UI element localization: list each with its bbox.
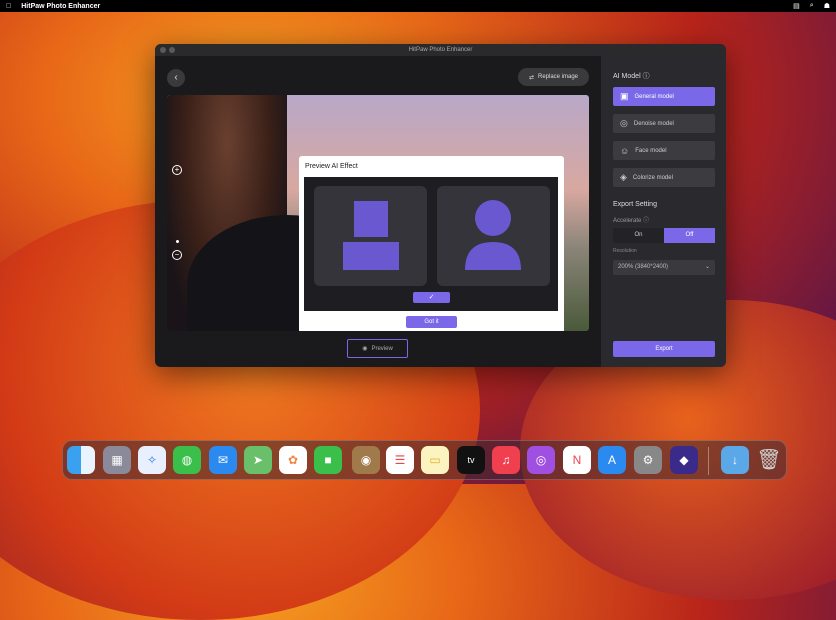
model-label: General model: [634, 93, 674, 100]
safari-icon[interactable]: ✧: [138, 446, 166, 474]
export-setting-heading: Export Setting: [613, 201, 657, 208]
model-face[interactable]: ☺ Face model: [613, 141, 715, 160]
resolution-select[interactable]: 200% (3840*2400) ⌄: [613, 260, 715, 275]
user-icon[interactable]: ☗: [824, 2, 830, 10]
app-menu[interactable]: HitPaw Photo Enhancer: [21, 3, 100, 10]
info-icon[interactable]: ⓘ: [643, 218, 649, 224]
mail-icon[interactable]: ✉: [209, 446, 237, 474]
denoise-icon: ◎: [620, 118, 628, 128]
zoom-out-icon[interactable]: −: [172, 250, 182, 260]
music-icon[interactable]: ♫: [492, 446, 520, 474]
model-label: Denoise model: [633, 120, 674, 127]
system-preferences-icon[interactable]: ⚙: [634, 446, 662, 474]
downloads-folder-icon[interactable]: ↓: [721, 446, 749, 474]
accelerate-label: Accelerate ⓘ: [613, 218, 650, 224]
accelerate-toggle[interactable]: On Off: [613, 228, 715, 243]
messages-icon[interactable]: ◍: [173, 446, 201, 474]
facetime-icon[interactable]: ■: [314, 446, 342, 474]
model-label: Face model: [635, 147, 667, 154]
image-icon: ▣: [620, 91, 629, 101]
model-label: Colorize model: [632, 174, 673, 181]
zoom-slider-handle[interactable]: [176, 240, 179, 243]
preview-button[interactable]: ◉ Preview: [347, 339, 408, 358]
ai-model-heading: AI Model ⓘ: [613, 73, 650, 80]
preview-label: Preview: [371, 345, 393, 352]
hitpaw-icon[interactable]: ◆: [670, 446, 698, 474]
got-it-button[interactable]: Got it: [406, 316, 457, 328]
podcasts-icon[interactable]: ◎: [527, 446, 555, 474]
title-bar: HitPaw Photo Enhancer: [155, 44, 726, 56]
effect-comparison: ✓: [304, 177, 558, 311]
close-button[interactable]: [160, 47, 166, 53]
colorize-icon: ◈: [620, 172, 627, 182]
zoom-in-icon[interactable]: +: [172, 165, 182, 175]
export-button[interactable]: Export: [613, 341, 715, 357]
notes-icon[interactable]: ▭: [421, 446, 449, 474]
control-center-icon[interactable]: ▤: [793, 2, 800, 10]
news-icon[interactable]: N: [563, 446, 591, 474]
model-denoise[interactable]: ◎ Denoise model: [613, 114, 715, 133]
photo-canvas[interactable]: + − Preview AI Effect ✓ Got it: [167, 95, 589, 331]
menu-bar:  HitPaw Photo Enhancer ▤ ⌕ ☗: [0, 0, 836, 12]
window-title: HitPaw Photo Enhancer: [408, 47, 473, 53]
apple-icon[interactable]: : [6, 3, 11, 10]
dock-separator: [708, 447, 709, 475]
preview-ai-effect-dialog: Preview AI Effect ✓ Got it: [299, 156, 564, 331]
replace-label: Replace image: [538, 74, 579, 80]
replace-image-button[interactable]: ⇄ Replace image: [518, 68, 589, 86]
tv-icon[interactable]: tv: [457, 446, 485, 474]
minimize-button[interactable]: [169, 47, 175, 53]
contacts-icon[interactable]: ◉: [352, 446, 380, 474]
before-card: [314, 186, 427, 286]
model-general[interactable]: ▣ General model: [613, 87, 715, 106]
dock: ▦ ✧ ◍ ✉ ➤ ✿ ■ ◉ ☰ ▭ tv ♫ ◎ N A ⚙ ◆ ↓ 🗑: [62, 440, 787, 480]
model-colorize[interactable]: ◈ Colorize model: [613, 168, 715, 187]
back-button[interactable]: ‹: [167, 69, 185, 87]
avatar-icon: [465, 200, 521, 270]
launchpad-icon[interactable]: ▦: [103, 446, 131, 474]
pixelated-avatar-icon: [343, 201, 399, 270]
toggle-on[interactable]: On: [613, 228, 664, 243]
check-icon: ✓: [413, 292, 450, 303]
face-icon: ☺: [620, 145, 630, 156]
maps-icon[interactable]: ➤: [244, 446, 272, 474]
swap-icon: ⇄: [528, 74, 534, 81]
spotlight-icon[interactable]: ⌕: [810, 2, 814, 10]
finder-icon[interactable]: [67, 446, 95, 474]
resolution-value: 200% (3840*2400): [618, 264, 669, 270]
reminders-icon[interactable]: ☰: [386, 446, 414, 474]
app-store-icon[interactable]: A: [598, 446, 626, 474]
after-card: [437, 186, 550, 286]
photos-icon[interactable]: ✿: [279, 446, 307, 474]
eye-icon: ◉: [362, 346, 368, 352]
chevron-down-icon: ⌄: [704, 264, 710, 270]
toggle-off[interactable]: Off: [664, 228, 715, 243]
info-icon[interactable]: ⓘ: [643, 73, 650, 80]
app-window: HitPaw Photo Enhancer ‹ ⇄ Replace image +…: [155, 44, 726, 367]
resolution-label: Resolution: [613, 248, 637, 254]
trash-icon[interactable]: 🗑: [755, 446, 783, 474]
dialog-title: Preview AI Effect: [305, 163, 358, 170]
settings-panel: AI Model ⓘ ▣ General model ◎ Denoise model…: [601, 56, 726, 367]
